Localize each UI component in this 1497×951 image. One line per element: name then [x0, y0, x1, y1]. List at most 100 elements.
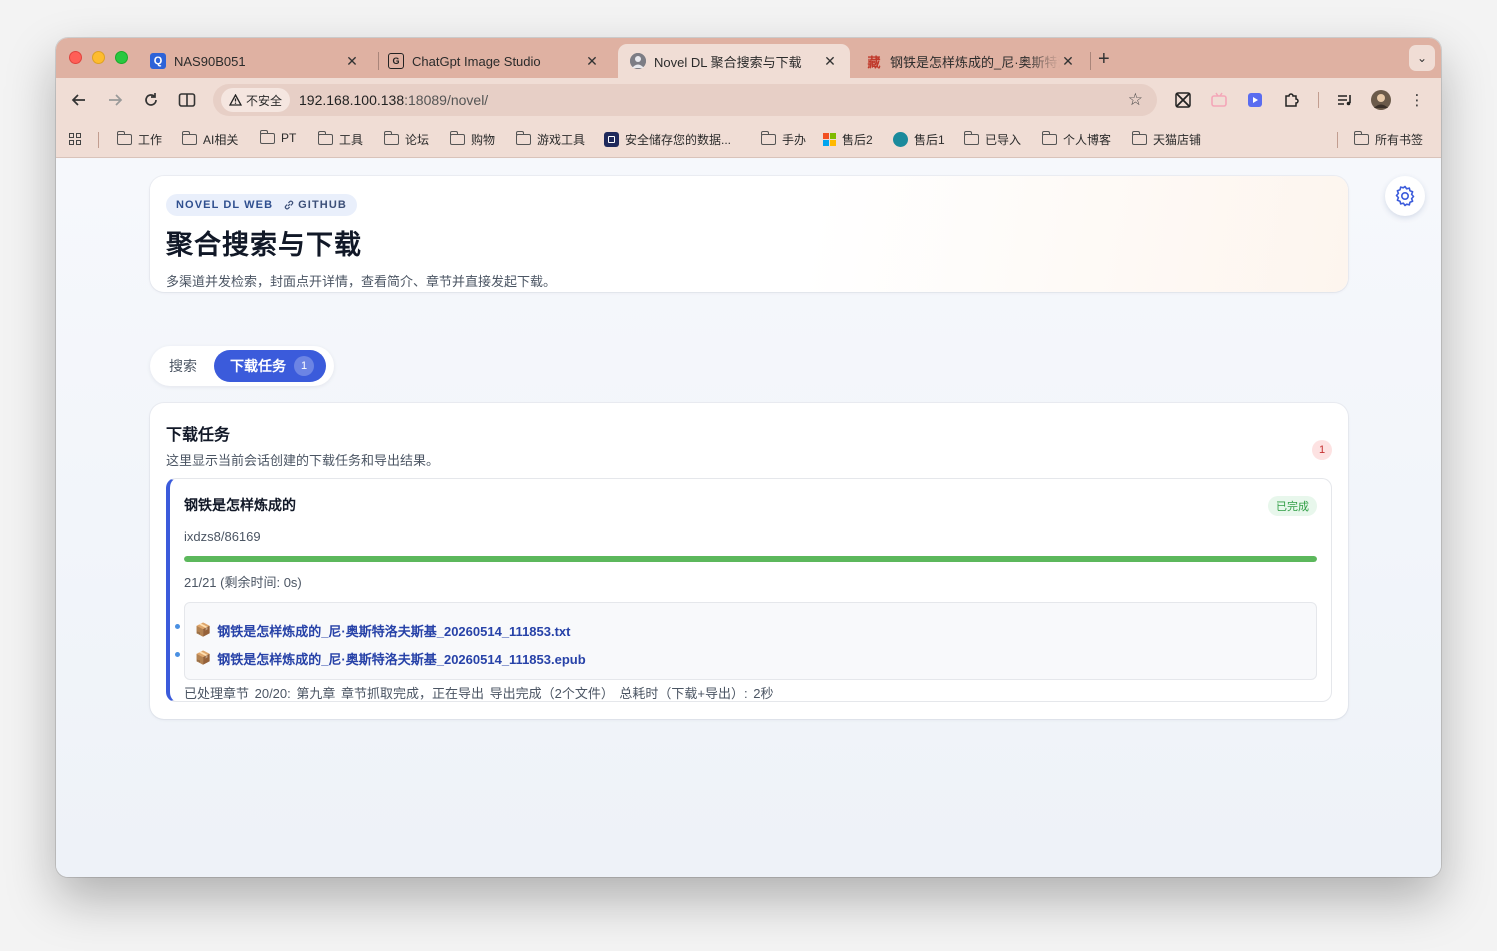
bookmark-link[interactable]: 售后2 [823, 131, 873, 148]
task-source: ixdzs8/86169 [184, 529, 261, 544]
progress-text: 21/21 (剩余时间: 0s) [184, 575, 302, 590]
bullet-icon [175, 624, 180, 629]
reading-mode-button[interactable] [175, 88, 199, 112]
progress-bar [184, 556, 1317, 562]
close-window-button[interactable] [69, 51, 82, 64]
apps-grid-icon[interactable] [69, 133, 81, 145]
export-file-link[interactable]: 📦 钢铁是怎样炼成的_尼·奥斯特洛夫斯基_20260514_111853.epu… [175, 644, 1306, 672]
bilibili-extension-icon[interactable] [1207, 88, 1231, 112]
folder-icon [515, 131, 531, 145]
folder-icon [116, 131, 132, 145]
chatgpt-favicon-icon: G [388, 53, 404, 69]
reload-button[interactable] [139, 88, 163, 112]
bookmark-folder[interactable]: PT [259, 129, 296, 145]
tab-book[interactable]: 藏 钢铁是怎样炼成的_尼·奥斯特洛 ✕ [854, 44, 1088, 78]
package-icon: 📦 [195, 650, 212, 665]
bookmark-folder[interactable]: 工具 [317, 131, 363, 148]
tab-search-button[interactable]: ⌄ [1409, 45, 1435, 71]
folder-icon [259, 129, 275, 144]
tab-search[interactable]: 搜索 [154, 350, 212, 382]
hero-card: NOVEL DL WEB GITHUB 聚合搜索与下载 多渠道并发检索，封面点开… [150, 176, 1348, 292]
folder-icon [181, 131, 197, 145]
bookmark-folder[interactable]: 已导入 [963, 131, 1021, 148]
bookmark-folder[interactable]: 游戏工具 [515, 131, 585, 148]
url-path: :18089/novel/ [404, 92, 489, 108]
bookmark-folder[interactable]: 购物 [449, 131, 495, 148]
forward-arrow-icon [109, 94, 123, 106]
download-task-card: 钢铁是怎样炼成的 已完成 ixdzs8/86169 21/21 (剩余时间: 0… [166, 478, 1332, 702]
bookmark-folder[interactable]: AI相关 [181, 131, 238, 148]
url-text[interactable]: 192.168.100.138:18089/novel/ [299, 92, 488, 108]
folder-icon [1041, 131, 1057, 145]
maximize-window-button[interactable] [115, 51, 128, 64]
task-count-badge: 1 [1312, 440, 1332, 460]
folder-icon [383, 131, 399, 145]
github-link[interactable]: GITHUB [283, 199, 347, 211]
forward-button[interactable] [103, 88, 127, 112]
page-subtitle: 多渠道并发检索，封面点开详情，查看简介、章节并直接发起下载。 [166, 274, 557, 289]
folder-icon [1131, 131, 1147, 145]
minimize-window-button[interactable] [92, 51, 105, 64]
bookmark-star-icon[interactable]: ☆ [1128, 90, 1143, 110]
bookmark-folder[interactable]: 手办 [760, 131, 806, 148]
reload-icon [145, 93, 157, 106]
warning-icon [229, 94, 242, 106]
folder-icon [1353, 131, 1369, 145]
video-extension-icon[interactable] [1243, 88, 1267, 112]
bookmark-folder[interactable]: 论坛 [383, 131, 429, 148]
brand-pill: NOVEL DL WEB GITHUB [166, 194, 357, 216]
book-favicon-icon: 藏 [867, 54, 881, 70]
folder-icon [963, 131, 979, 145]
tab-title: ChatGpt Image Studio [412, 53, 541, 69]
bookmark-folder[interactable]: 天猫店铺 [1131, 131, 1201, 148]
tab-title: NAS90B051 [174, 53, 246, 69]
microsoft-icon [823, 133, 836, 146]
folder-icon [449, 131, 465, 145]
link-icon [284, 200, 294, 210]
settings-button[interactable] [1385, 176, 1425, 216]
view-tabs: 搜索 下载任务 1 [150, 346, 334, 386]
bookmark-folder[interactable]: 工作 [116, 131, 162, 148]
media-controls-icon[interactable] [1333, 88, 1357, 112]
security-chip[interactable]: 不安全 [221, 88, 291, 112]
security-label: 不安全 [246, 93, 283, 108]
export-files-list: 📦 钢铁是怎样炼成的_尼·奥斯特洛夫斯基_20260514_111853.txt… [175, 602, 1317, 680]
tab-nas[interactable]: Q NAS90B051 ✕ [138, 44, 372, 78]
task-title: 钢铁是怎样炼成的 [184, 497, 296, 513]
package-icon: 📦 [195, 622, 212, 637]
export-file-link[interactable]: 📦 钢铁是怎样炼成的_尼·奥斯特洛夫斯基_20260514_111853.txt [175, 616, 1306, 644]
url-host: 192.168.100.138 [299, 92, 405, 108]
toolbar: 不安全 192.168.100.138:18089/novel/ ☆ ⋮ [56, 78, 1441, 122]
downloads-count-badge: 1 [294, 356, 314, 376]
menu-kebab-icon[interactable]: ⋮ [1405, 88, 1429, 112]
vault-icon [604, 132, 619, 147]
close-icon[interactable]: ✕ [822, 53, 838, 70]
nas-favicon-icon: Q [150, 53, 166, 69]
browser-window: Q NAS90B051 ✕ G ChatGpt Image Studio ✕ N… [56, 38, 1441, 877]
bullet-icon [175, 652, 180, 657]
tab-title: Novel DL 聚合搜索与下载 [654, 54, 802, 70]
page-content: NOVEL DL WEB GITHUB 聚合搜索与下载 多渠道并发检索，封面点开… [56, 159, 1441, 877]
bookmark-link[interactable]: 售后1 [893, 131, 945, 148]
bookmark-link[interactable]: 安全储存您的数据... [604, 131, 731, 148]
back-button[interactable] [67, 88, 91, 112]
brand-badge: NOVEL DL WEB [176, 199, 274, 211]
extensions-puzzle-icon[interactable] [1279, 88, 1303, 112]
status-badge: 已完成 [1268, 496, 1317, 516]
avatar-favicon-icon [630, 53, 646, 69]
address-bar[interactable]: 不安全 192.168.100.138:18089/novel/ ☆ [213, 84, 1157, 116]
screenshot-extension-icon[interactable] [1171, 88, 1195, 112]
close-icon[interactable]: ✕ [344, 53, 360, 70]
all-bookmarks-folder[interactable]: 所有书签 [1353, 131, 1423, 148]
new-tab-button[interactable]: + [1098, 48, 1110, 71]
sharepoint-icon [893, 132, 908, 147]
gear-icon [1395, 185, 1415, 207]
bookmark-folder[interactable]: 个人博客 [1041, 131, 1111, 148]
tab-novel-dl[interactable]: Novel DL 聚合搜索与下载 ✕ [618, 44, 850, 78]
profile-avatar[interactable] [1369, 88, 1393, 112]
tab-chatgpt[interactable]: G ChatGpt Image Studio ✕ [376, 44, 612, 78]
close-icon[interactable]: ✕ [1060, 53, 1076, 70]
tab-downloads[interactable]: 下载任务 1 [214, 350, 326, 382]
panel-subtitle: 这里显示当前会话创建的下载任务和导出结果。 [166, 453, 440, 468]
close-icon[interactable]: ✕ [584, 53, 600, 70]
